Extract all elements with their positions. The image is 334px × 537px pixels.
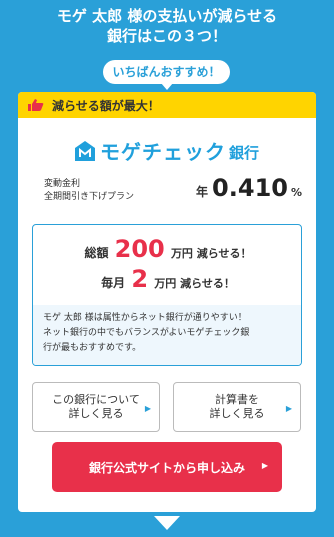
total-savings: 総額 200 万円 減らせる！ — [33, 235, 301, 263]
top-banner: 減らせる額が最大！ — [18, 92, 316, 118]
play-arrow-icon: ▶ — [261, 461, 268, 470]
monthly-savings: 毎月 2 万円 減らせる！ — [33, 265, 301, 293]
plan-line1: 変動金利 — [44, 179, 81, 189]
thumbs-up-icon — [28, 99, 44, 111]
headline-line1: モゲ 太郎 様の支払いが減らせる — [56, 7, 278, 25]
bank-name: モゲチェック — [100, 140, 226, 164]
monthly-label: 毎月 — [101, 276, 126, 290]
monthly-value: 2 — [131, 265, 149, 293]
apply-button-label: 銀行公式サイトから申し込み — [88, 460, 245, 475]
bank-suffix: 銀行 — [229, 144, 260, 162]
note-line1: モゲ 太郎 様は属性からネット銀行が通りやすい！ — [43, 313, 247, 323]
bank-details-button[interactable]: この銀行について 詳しく見る ▶ — [32, 382, 160, 432]
recommendation-note: モゲ 太郎 様は属性からネット銀行が通りやすい！ ネット銀行の中でもバランスがよ… — [33, 305, 301, 365]
savings-box: 総額 200 万円 減らせる！ 毎月 2 万円 減らせる！ モゲ 太郎 様は属性… — [32, 224, 302, 366]
total-suffix: 万円 減らせる！ — [170, 247, 252, 260]
headline-line2: 銀行はこの３つ！ — [106, 27, 227, 45]
down-chevron-icon — [154, 516, 180, 530]
banner-text: 減らせる額が最大！ — [52, 98, 160, 113]
play-arrow-icon: ▶ — [144, 404, 151, 413]
rate-prefix: 年 — [196, 185, 209, 199]
plan-line2: 全期間引き下げプラン — [44, 192, 135, 202]
headline: モゲ 太郎 様の支払いが減らせる 銀行はこの３つ！ — [0, 6, 334, 46]
plan-label: 変動金利 全期間引き下げプラン — [44, 178, 134, 204]
bank-details-line1: この銀行について — [52, 393, 140, 406]
bank-logo: モゲチェック 銀行 — [74, 136, 259, 165]
interest-rate: 年 0.410 % — [196, 174, 302, 202]
bank-logo-icon — [75, 140, 95, 161]
bank-details-label: この銀行について 詳しく見る — [52, 393, 140, 421]
note-line3: 行が最もおすすめです。 — [43, 343, 142, 353]
calculation-details-line2: 詳しく見る — [209, 407, 265, 420]
calculation-details-button[interactable]: 計算書を 詳しく見る ▶ — [173, 382, 301, 432]
play-arrow-icon: ▶ — [285, 404, 292, 413]
monthly-suffix: 万円 減らせる！ — [154, 277, 235, 290]
total-value: 200 — [114, 235, 165, 263]
rate-value: 0.410 — [212, 174, 288, 202]
bank-details-line2: 詳しく見る — [68, 407, 124, 420]
apply-button[interactable]: 銀行公式サイトから申し込み ▶ — [52, 442, 282, 492]
total-label: 総額 — [84, 246, 109, 260]
note-line2: ネット銀行の中でもバランスがよいモゲチェック銀 — [43, 328, 250, 338]
rate-unit: % — [290, 186, 302, 199]
calculation-details-line1: 計算書を — [215, 393, 259, 406]
bank-card: 減らせる額が最大！ モゲチェック 銀行 変動金利 全期間引き下げプラン 年 0.… — [18, 92, 316, 512]
recommend-badge: いちばんおすすめ！ — [103, 60, 230, 90]
calculation-details-label: 計算書を 詳しく見る — [210, 393, 265, 421]
